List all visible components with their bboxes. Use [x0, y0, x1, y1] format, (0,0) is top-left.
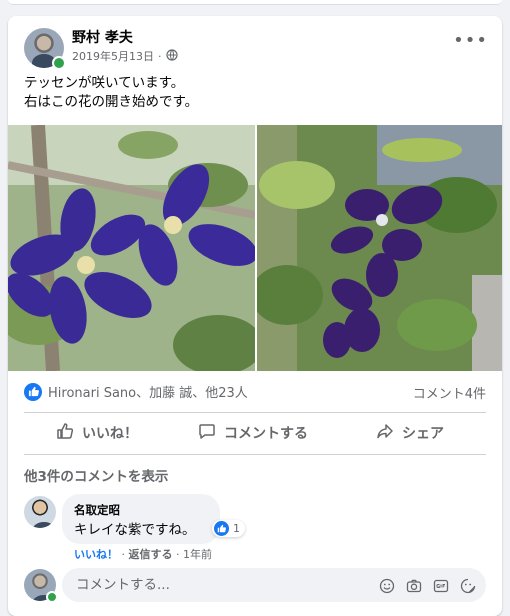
comment-action-separator: · — [121, 548, 126, 561]
globe-icon — [165, 48, 178, 64]
emoji-icon[interactable] — [378, 577, 395, 594]
comment-timestamp[interactable]: 1年前 — [183, 548, 212, 561]
comment-text: キレイな紫ですね。 — [74, 522, 196, 538]
share-arrow-icon — [376, 422, 394, 444]
post-card: 野村 孝夫 2019年5月13日 · ••• テッセンが咲いています。 右はこの… — [8, 16, 502, 616]
photo-right[interactable] — [257, 125, 502, 371]
comment-actions: いいね！ · 返信する · 1年前 — [74, 546, 212, 562]
like-button[interactable]: いいね！ — [56, 422, 138, 444]
comment-reaction-count: 1 — [233, 522, 240, 535]
commenter-avatar[interactable] — [24, 496, 56, 528]
comment-reply-link[interactable]: 返信する — [129, 548, 173, 561]
post-text: テッセンが咲いています。 右はこの花の開き始めです。 — [24, 75, 199, 110]
actions-bottom-divider — [24, 454, 486, 455]
comment-bubble-icon — [198, 422, 216, 444]
like-reaction-icon — [214, 521, 229, 536]
author-name[interactable]: 野村 孝夫 — [72, 27, 133, 47]
share-button[interactable]: シェア — [376, 422, 444, 444]
comment-button-label: コメントする — [224, 426, 308, 442]
composer-icons — [378, 577, 476, 594]
thumbs-up-icon — [56, 422, 74, 444]
reaction-summary[interactable]: Hironari Sano、加藤 誠、他23人 — [24, 382, 248, 401]
more-options-icon[interactable]: ••• — [453, 30, 488, 51]
comment-count[interactable]: コメント4件 — [413, 383, 486, 402]
like-button-label: いいね！ — [82, 426, 138, 442]
comment-action-separator: · — [176, 548, 180, 561]
like-reaction-icon — [24, 382, 42, 401]
view-more-comments-link[interactable]: 他3件のコメントを表示 — [24, 465, 168, 485]
comment-input[interactable] — [74, 576, 358, 594]
comment-like-link[interactable]: いいね！ — [74, 548, 118, 561]
meta-separator: · — [158, 49, 162, 63]
comment-button[interactable]: コメントする — [198, 422, 308, 444]
comment-reaction-badge[interactable]: 1 — [212, 520, 245, 537]
previous-post-edge — [8, 0, 502, 5]
sticker-icon[interactable] — [459, 577, 476, 594]
commenter-name[interactable]: 名取定昭 — [74, 502, 120, 518]
post-date[interactable]: 2019年5月13日 — [72, 48, 154, 64]
online-status-dot — [52, 56, 66, 70]
share-button-label: シェア — [402, 426, 444, 442]
gif-icon[interactable] — [432, 577, 449, 594]
photo-left[interactable] — [8, 125, 255, 371]
reaction-names[interactable]: Hironari Sano、加藤 誠、他23人 — [48, 382, 248, 401]
post-meta: 2019年5月13日 · — [72, 48, 178, 64]
actions-top-divider — [24, 412, 486, 413]
camera-icon[interactable] — [405, 577, 422, 594]
current-user-online-dot — [46, 591, 58, 603]
